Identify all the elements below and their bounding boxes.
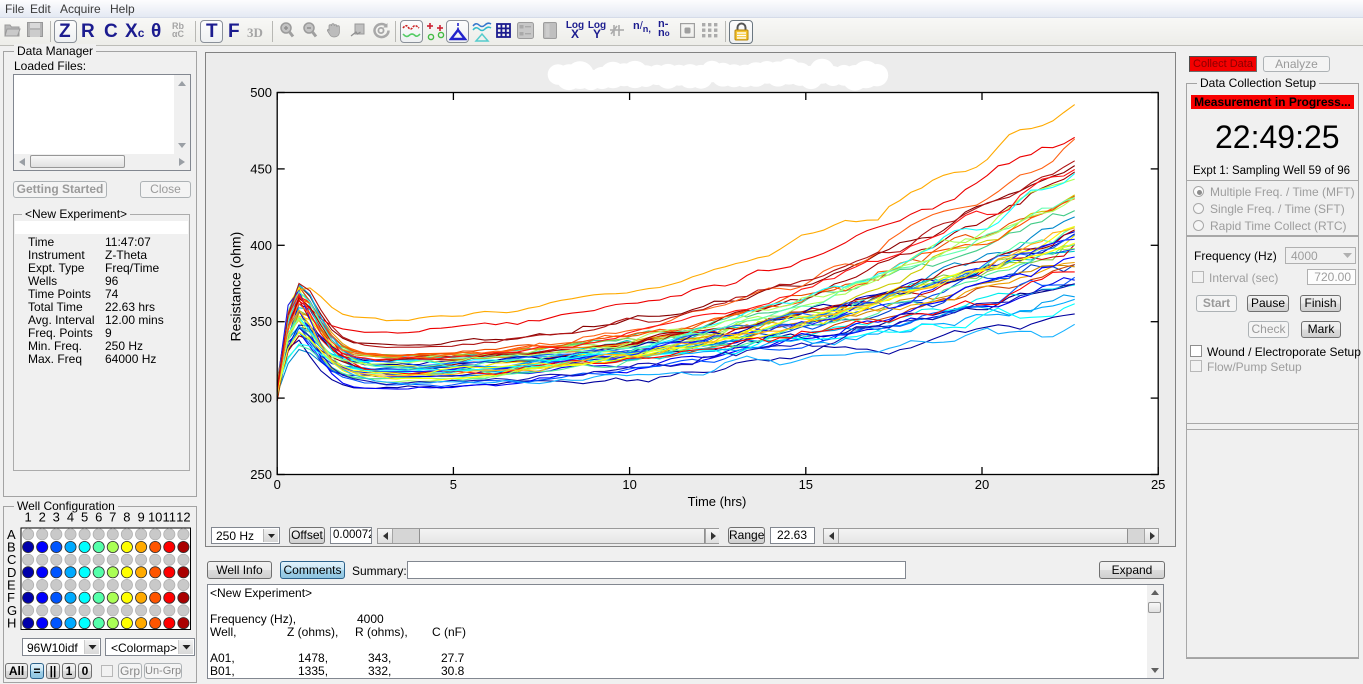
svg-text:9: 9 xyxy=(137,510,144,525)
svg-text:10: 10 xyxy=(622,477,636,492)
svg-text:350: 350 xyxy=(250,314,272,329)
svg-text:400: 400 xyxy=(250,238,272,253)
svg-text:1: 1 xyxy=(24,510,31,525)
svg-text:4: 4 xyxy=(67,510,74,525)
svg-text:5: 5 xyxy=(81,510,88,525)
svg-text:Time (hrs): Time (hrs) xyxy=(688,494,747,509)
svg-text:25: 25 xyxy=(1151,477,1165,492)
svg-text:250: 250 xyxy=(250,467,272,482)
svg-text:450: 450 xyxy=(250,161,272,176)
svg-text:8: 8 xyxy=(123,510,130,525)
svg-text:Resistance (ohm): Resistance (ohm) xyxy=(228,232,244,342)
svg-text:0: 0 xyxy=(274,477,281,492)
svg-text:3: 3 xyxy=(53,510,60,525)
svg-text:7: 7 xyxy=(109,510,116,525)
svg-text:300: 300 xyxy=(250,391,272,406)
svg-text:500: 500 xyxy=(250,85,272,100)
svg-text:20: 20 xyxy=(975,477,989,492)
svg-text:6: 6 xyxy=(95,510,102,525)
svg-text:2: 2 xyxy=(39,510,46,525)
svg-text:15: 15 xyxy=(799,477,813,492)
svg-text:5: 5 xyxy=(450,477,457,492)
svg-text:10: 10 xyxy=(148,510,162,525)
svg-text:12: 12 xyxy=(176,510,190,525)
svg-text:H: H xyxy=(7,616,16,631)
svg-text:11: 11 xyxy=(163,510,177,525)
